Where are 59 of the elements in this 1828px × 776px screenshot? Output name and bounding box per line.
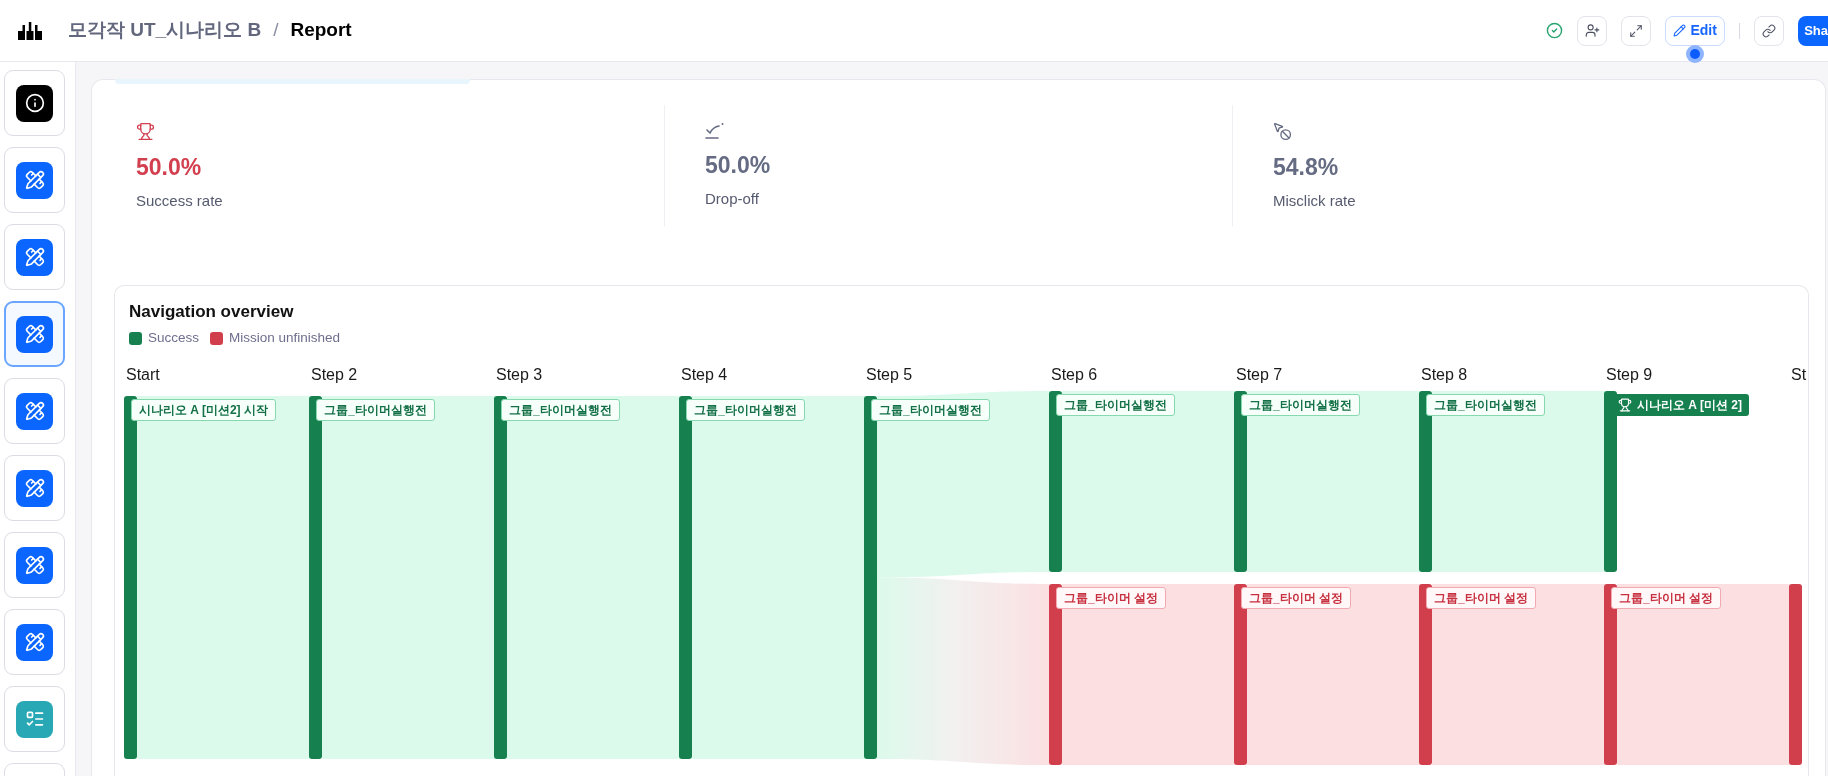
pencil-ruler-icon (16, 469, 53, 507)
pencil-icon (1673, 24, 1687, 37)
breadcrumb-separator: / (273, 18, 279, 43)
checklist-icon (16, 700, 53, 738)
fullscreen-button[interactable] (1621, 15, 1652, 46)
breadcrumb-item[interactable]: 모각작 UT_시나리오 B (68, 16, 262, 45)
step-label: Step 3 (496, 366, 543, 383)
step-label: Step 2 (311, 366, 358, 383)
node-label: 그룹_타이머실행전 (316, 399, 435, 421)
node-label: 그룹_타이머실행전 (1426, 394, 1545, 416)
step-label: Step 5 (866, 366, 913, 383)
step-label: Step 7 (1236, 366, 1283, 383)
node-label: 그룹_타이머실행전 (871, 399, 990, 421)
step-label: Step 8 (1421, 366, 1468, 383)
trophy-icon (1618, 398, 1632, 412)
info-icon (16, 84, 53, 122)
step-label: Step 4 (681, 366, 728, 383)
node-label: 그룹_타이머실행전 (1241, 394, 1360, 416)
pencil-ruler-icon (16, 623, 53, 661)
node-label: 그룹_타이머 설정 (1056, 587, 1166, 609)
stat-value: 50.0% (136, 153, 203, 181)
breadcrumb-item: Report (290, 18, 352, 43)
stat-label: Success rate (136, 191, 224, 211)
pencil-ruler-icon (16, 161, 53, 199)
trophy-icon (136, 122, 155, 141)
check-circle-icon (1546, 22, 1564, 39)
step-label: Start (126, 366, 160, 383)
node-label: 시나리오 A [미션2] 시작 (131, 399, 276, 421)
logo-icon[interactable] (18, 21, 42, 40)
link-icon (1762, 23, 1777, 38)
node-label: 그룹_타이머 설정 (1426, 587, 1536, 609)
pencil-ruler-icon (16, 315, 53, 353)
legend-label: Success (148, 328, 200, 347)
node-label: 그룹_타이머실행전 (501, 399, 620, 421)
step-label: St (1791, 366, 1807, 383)
step-label: Step 6 (1051, 366, 1098, 383)
pencil-ruler-icon (16, 546, 53, 584)
edit-button[interactable]: Edit (1665, 15, 1726, 46)
pointer-ban-icon (1273, 122, 1292, 141)
pencil-ruler-icon (16, 392, 53, 430)
stat-value: 50.0% (705, 151, 772, 179)
node-label: 시나리오 A [미션 2] (1637, 397, 1742, 414)
node-label: 그룹_타이머 설정 (1241, 587, 1351, 609)
stat-label: Misclick rate (1273, 191, 1357, 211)
share-button[interactable]: Sha (1798, 15, 1828, 46)
node-label: 그룹_타이머 설정 (1611, 587, 1721, 609)
stat-value: 54.8% (1273, 153, 1340, 181)
curve-dot-icon (705, 122, 725, 139)
panel-title: Navigation overview (129, 301, 295, 323)
legend-label: Mission unfinished (229, 328, 341, 347)
stat-label: Drop-off (705, 189, 760, 209)
pencil-ruler-icon (16, 238, 53, 276)
expand-icon (1629, 23, 1644, 38)
node-label: 그룹_타이머실행전 (1056, 394, 1175, 416)
user-plus-icon (1584, 23, 1600, 38)
link-button[interactable] (1754, 15, 1785, 46)
invite-button[interactable] (1577, 15, 1608, 46)
node-label: 그룹_타이머실행전 (686, 399, 805, 421)
step-label: Step 9 (1606, 366, 1653, 383)
